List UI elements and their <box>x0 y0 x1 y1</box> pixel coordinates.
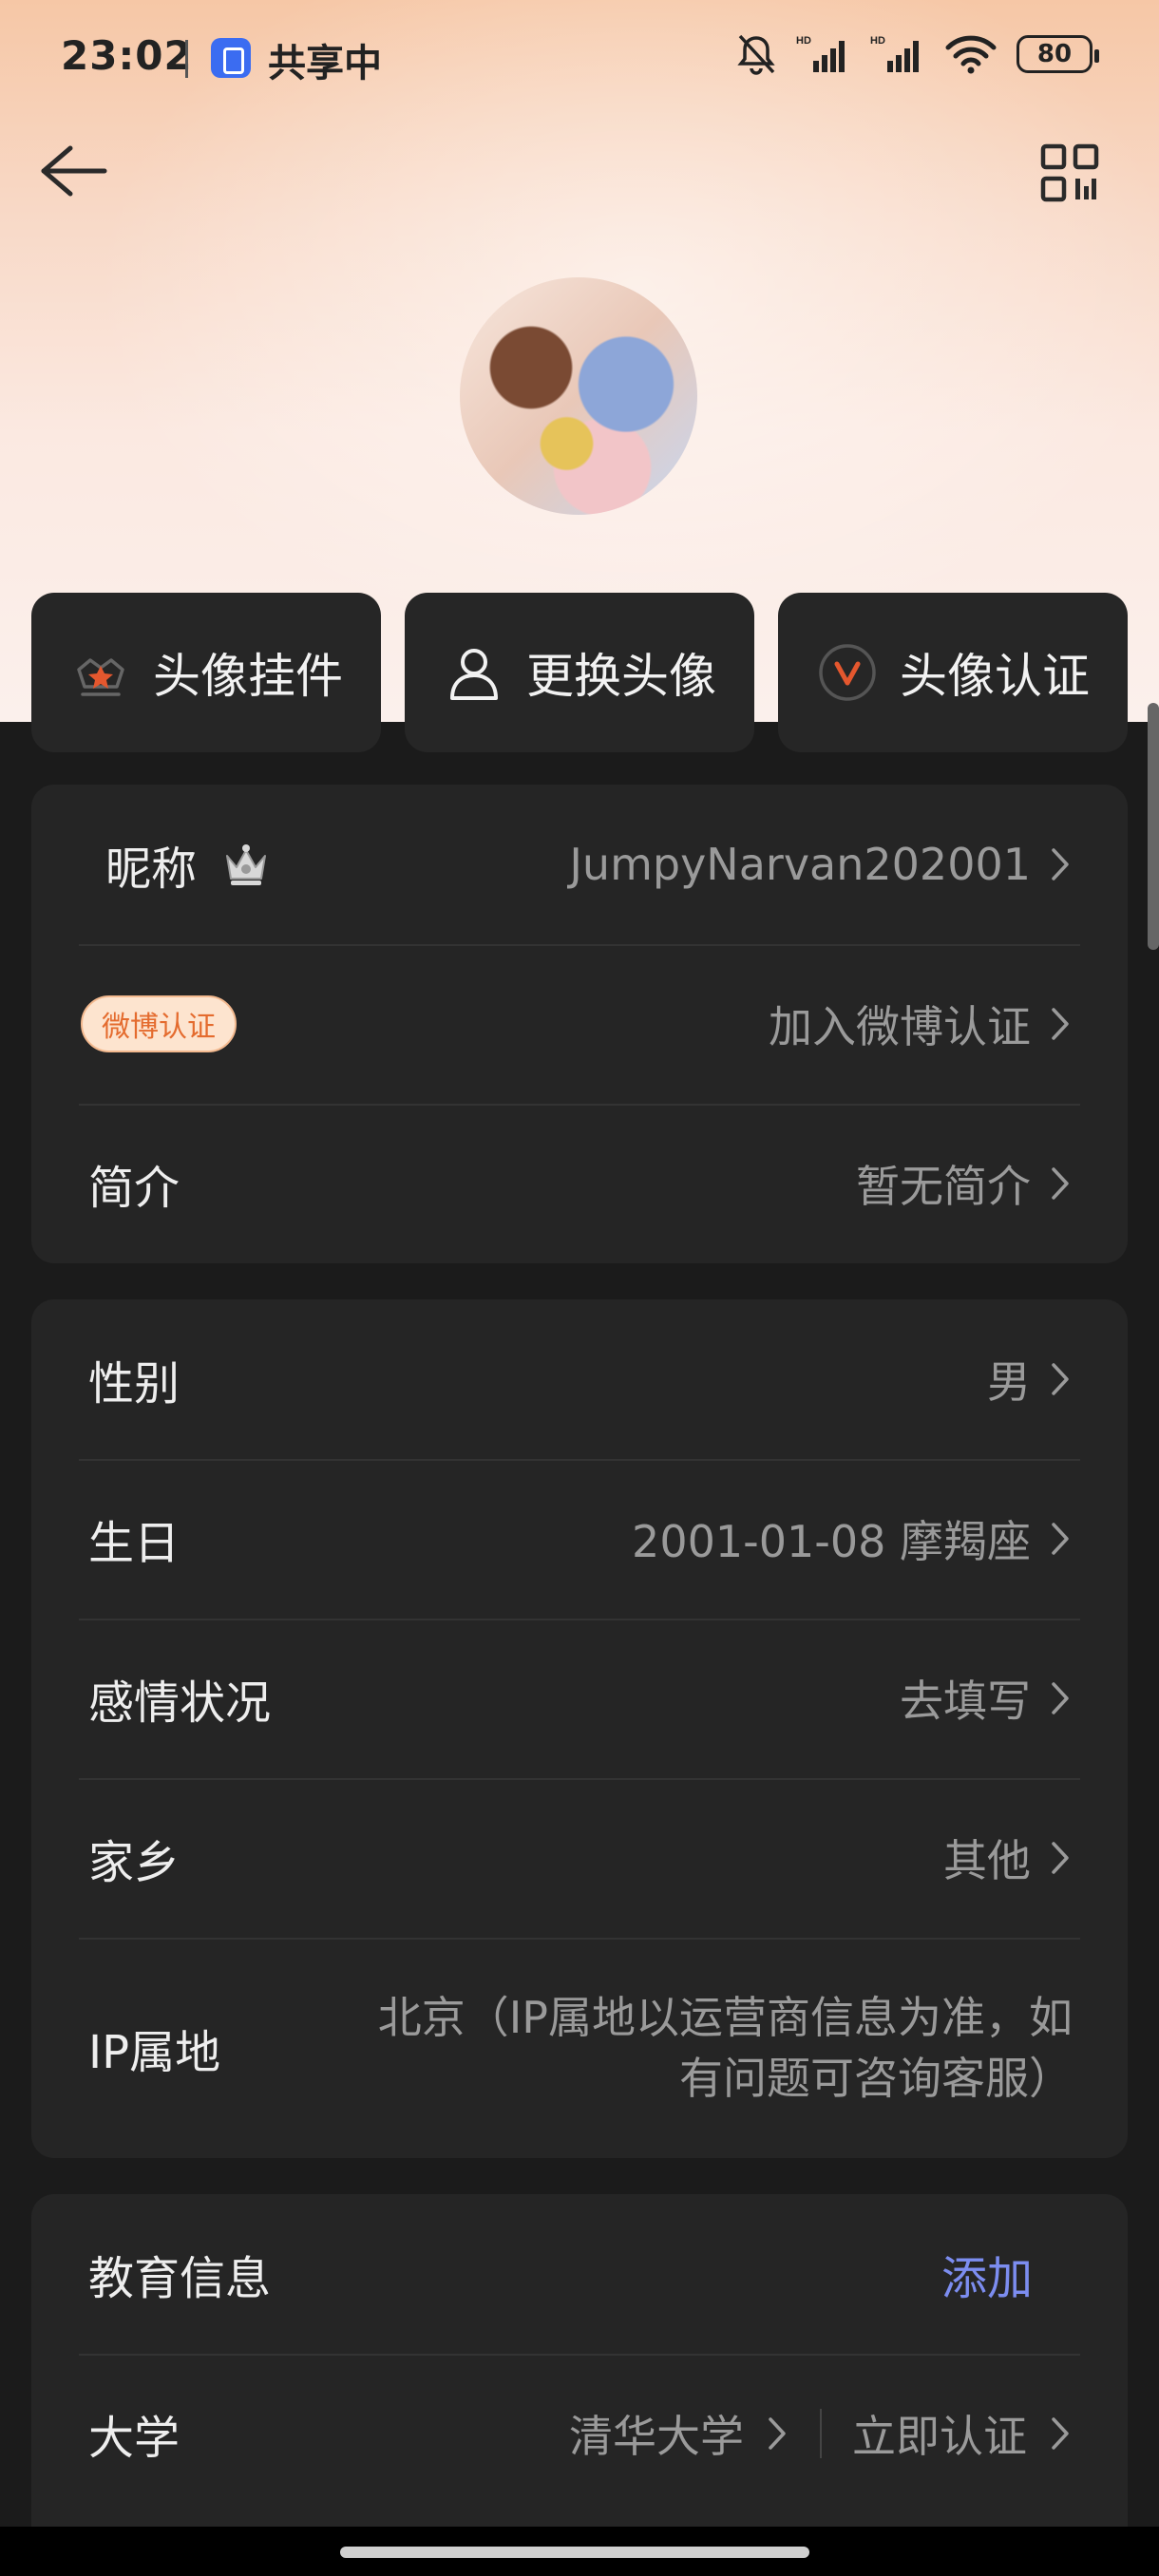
relationship-value-group: 去填写 <box>900 1667 1073 1730</box>
avatar-verify-button[interactable]: 头像认证 <box>778 593 1128 752</box>
relationship-label: 感情状况 <box>88 1676 272 1730</box>
university-label-group: 大学 <box>88 2400 180 2467</box>
university-row[interactable]: 大学 清华大学 立即认证 <box>31 2354 1128 2513</box>
battery-indicator: 80 <box>1016 35 1099 73</box>
bio-label-group: 简介 <box>88 1150 180 1217</box>
verify-now-link[interactable]: 立即认证 <box>852 2402 1027 2465</box>
chevron-right-icon <box>1052 1682 1069 1714</box>
weibo-value-group: 加入微博认证 <box>769 993 1073 1055</box>
chevron-right-icon <box>769 2417 786 2450</box>
crown-icon <box>226 844 267 885</box>
ip-location-label: IP属地 <box>88 2026 221 2079</box>
weibo-verify-value: 加入微博认证 <box>769 1001 1031 1052</box>
weibo-badge-group: 微博认证 <box>81 995 237 1052</box>
chevron-right-icon <box>1052 2417 1069 2450</box>
university-value-group: 清华大学 立即认证 <box>569 2402 1073 2465</box>
signal-hd-icon: HD <box>796 35 845 72</box>
education-title-group: 教育信息 <box>88 2241 271 2307</box>
change-avatar-button[interactable]: 更换头像 <box>405 593 754 752</box>
profile-card: 昵称 JumpyNarvan202001 微博认证 加入微博认证 简介 暂无简介 <box>31 785 1128 1263</box>
status-divider <box>185 40 188 78</box>
pendant-icon <box>77 658 124 696</box>
svg-text:HD: HD <box>870 35 885 47</box>
avatar-pendant-label: 头像挂件 <box>153 649 343 704</box>
status-bar: 23:02 共享中 HD HD 80 <box>0 0 1159 114</box>
battery-level: 80 <box>1036 40 1073 68</box>
avatar-pendant-button[interactable]: 头像挂件 <box>31 593 381 752</box>
bio-value-group: 暂无简介 <box>856 1152 1073 1215</box>
person-icon <box>450 649 498 700</box>
hometown-value: 其他 <box>943 1835 1031 1886</box>
nickname-row[interactable]: 昵称 JumpyNarvan202001 <box>31 785 1128 944</box>
nickname-label: 昵称 <box>105 843 198 896</box>
profile-edit-screen: 23:02 共享中 HD HD 80 头像挂件 更换头像 头像认证 昵称 Jum… <box>0 0 1159 2576</box>
back-arrow-icon[interactable] <box>34 141 110 201</box>
hometown-value-group: 其他 <box>943 1827 1073 1889</box>
birthday-label: 生日 <box>88 1517 180 1570</box>
hometown-label-group: 家乡 <box>88 1825 180 1891</box>
chevron-right-icon <box>1052 1008 1069 1040</box>
wifi-icon <box>945 35 997 74</box>
avatar-actions: 头像挂件 更换头像 头像认证 <box>31 593 1128 754</box>
hometown-label: 家乡 <box>88 1836 180 1889</box>
chevron-right-icon <box>1052 848 1069 881</box>
relationship-value: 去填写 <box>900 1676 1031 1727</box>
personal-info-card: 性别 男 生日 2001-01-08 摩羯座 感情状况 去填写 家乡 其他 IP… <box>31 1299 1128 2158</box>
nickname-label-group: 昵称 <box>88 831 273 898</box>
birthday-value-group: 2001-01-08 摩羯座 <box>632 1507 1073 1570</box>
qr-code-icon[interactable] <box>1039 142 1100 203</box>
university-label: 大学 <box>88 2412 180 2465</box>
bio-value: 暂无简介 <box>856 1161 1031 1212</box>
mute-bell-icon <box>737 34 775 75</box>
chevron-right-icon <box>1052 1363 1069 1395</box>
birthday-value: 2001-01-08 摩羯座 <box>632 1516 1031 1567</box>
chevron-right-icon <box>1052 1167 1069 1200</box>
bio-row[interactable]: 简介 暂无简介 <box>31 1104 1128 1263</box>
screen-share-icon <box>211 38 251 78</box>
hometown-row[interactable]: 家乡 其他 <box>31 1778 1128 1938</box>
status-icons: HD HD 80 <box>735 32 1099 76</box>
avatar-verify-label: 头像认证 <box>900 649 1090 704</box>
ip-location-row: IP属地 北京（IP属地以运营商信息为准，如有问题可咨询客服） <box>31 1938 1128 2158</box>
scrollbar[interactable] <box>1148 703 1159 950</box>
gender-label-group: 性别 <box>88 1346 180 1412</box>
home-indicator[interactable] <box>340 2547 809 2558</box>
relationship-row[interactable]: 感情状况 去填写 <box>31 1619 1128 1778</box>
birthday-label-group: 生日 <box>88 1506 180 1572</box>
weibo-verify-badge: 微博认证 <box>81 995 237 1052</box>
share-status-label: 共享中 <box>268 42 382 85</box>
gender-label: 性别 <box>88 1357 180 1411</box>
education-card: 教育信息 添加 大学 清华大学 立即认证 <box>31 2194 1128 2527</box>
education-title: 教育信息 <box>88 2252 272 2305</box>
add-education-link[interactable]: 添加 <box>941 2241 1033 2307</box>
svg-text:HD: HD <box>796 35 811 47</box>
chevron-right-icon <box>1052 1842 1069 1874</box>
ip-location-value: 北京（IP属地以运营商信息为准，如有问题可咨询客服） <box>377 1992 1073 2104</box>
university-value[interactable]: 清华大学 <box>569 2402 744 2465</box>
education-header-row: 教育信息 添加 <box>31 2194 1128 2354</box>
gender-row[interactable]: 性别 男 <box>31 1299 1128 1459</box>
change-avatar-label: 更换头像 <box>526 649 716 704</box>
signal-hd-icon-2: HD <box>870 35 919 72</box>
nickname-value-group: JumpyNarvan202001 <box>569 839 1073 890</box>
bio-label: 简介 <box>88 1162 180 1215</box>
nickname-value: JumpyNarvan202001 <box>569 839 1031 890</box>
vertical-divider <box>820 2409 822 2458</box>
relationship-label-group: 感情状况 <box>88 1665 271 1732</box>
avatar[interactable] <box>460 277 697 515</box>
chevron-right-icon <box>1052 1523 1069 1555</box>
gender-value: 男 <box>987 1356 1031 1408</box>
status-time: 23:02 <box>61 32 193 79</box>
ip-label-group: IP属地 <box>88 2015 220 2081</box>
weibo-verify-row[interactable]: 微博认证 加入微博认证 <box>31 944 1128 1104</box>
verified-v-icon <box>819 644 876 701</box>
birthday-row[interactable]: 生日 2001-01-08 摩羯座 <box>31 1459 1128 1619</box>
gender-value-group: 男 <box>987 1348 1073 1411</box>
